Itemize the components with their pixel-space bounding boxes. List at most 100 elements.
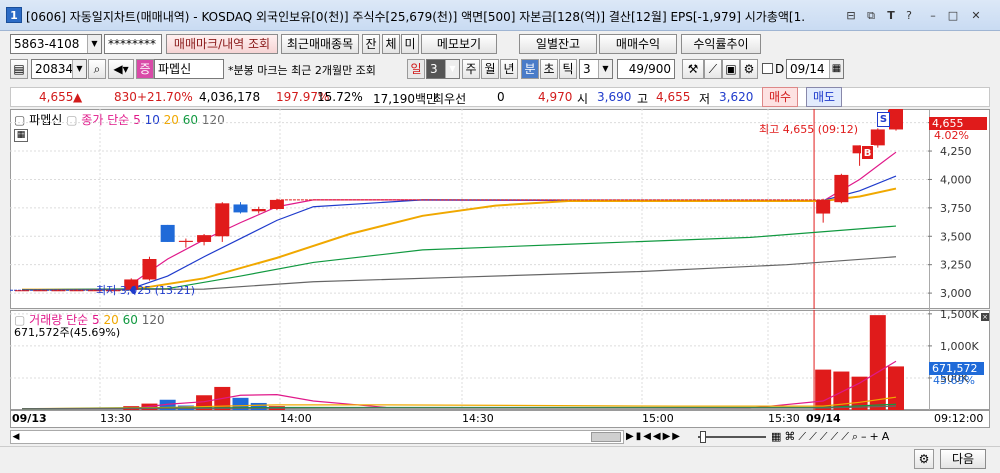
daily-balance-button[interactable]: 일별잔고 <box>519 34 597 54</box>
x-tick-0: 13:30 <box>100 412 132 425</box>
next-button[interactable]: 다음 <box>940 449 986 469</box>
high-price: 4,655 <box>656 90 691 104</box>
recent-trades-button[interactable]: 최근매매종목 <box>281 34 359 54</box>
candle-body <box>197 235 212 242</box>
candle-body <box>142 259 157 280</box>
candle-body <box>160 224 175 242</box>
count-field[interactable]: 49/900 <box>617 59 675 79</box>
save-icon[interactable]: ▣ <box>722 59 740 79</box>
x-time-right: 09:12:00 <box>934 412 984 425</box>
turnover: 15.72% <box>317 90 363 104</box>
ma-line-10 <box>131 175 897 290</box>
buy-mark[interactable]: B <box>861 145 874 160</box>
gear-icon[interactable]: ⚙ <box>740 59 758 79</box>
draw-line-icon[interactable]: ⟋ <box>704 59 722 79</box>
chart-scrollbar[interactable]: ◀ <box>10 430 624 444</box>
date-checkbox[interactable] <box>762 63 773 74</box>
low-label: 저 <box>699 92 711 106</box>
speaker-icon[interactable]: ◀▾ <box>108 59 134 79</box>
candle-body <box>215 203 230 237</box>
current-price-pct: 4.02% <box>934 129 969 142</box>
trade-profit-button[interactable]: 매매수익 <box>599 34 677 54</box>
volume-bar <box>250 402 267 410</box>
x-axis <box>10 410 990 428</box>
playback-controls[interactable]: ▶▮◀◀▶▶ <box>626 430 696 444</box>
balance-button[interactable]: 잔 <box>362 34 380 54</box>
price-chart[interactable]: 3,0003,2503,5003,7504,0004,2504,502 <box>10 109 990 309</box>
current-volume-pct: 45.69% <box>933 374 975 387</box>
candle-body <box>233 204 248 213</box>
price-tick-label: 3,500 <box>940 230 972 243</box>
period-week[interactable]: 주 <box>462 59 480 79</box>
search-icon[interactable]: ⌕ <box>88 59 106 79</box>
candle-body <box>251 209 266 212</box>
sell-mark[interactable]: S <box>877 112 890 127</box>
ma-line-5 <box>130 151 897 285</box>
period-minute[interactable]: 분 <box>521 59 539 79</box>
price-tick-label: 3,750 <box>940 202 972 215</box>
period-tick[interactable]: 틱 <box>559 59 577 79</box>
day-interval-select[interactable]: 3 ▼ <box>426 59 460 79</box>
candle-body <box>51 290 66 292</box>
maximize-icon[interactable]: □ <box>945 8 961 23</box>
password-field[interactable]: ******** <box>104 34 162 54</box>
buy-button[interactable]: 매수 <box>762 87 798 107</box>
period-year[interactable]: 년 <box>500 59 518 79</box>
executed-button[interactable]: 체 <box>382 34 400 54</box>
volume-tick-label: 1,500K <box>940 310 979 321</box>
calendar-icon[interactable]: ▦ <box>829 60 843 78</box>
candle-body <box>834 174 849 203</box>
minimize-all-icon[interactable]: ⊟ <box>843 8 859 23</box>
day-interval-value: 3 <box>430 62 438 76</box>
date-field[interactable]: 09/14 ▦ <box>786 59 844 79</box>
chevron-down-icon[interactable]: ▼ <box>445 60 459 78</box>
period-second[interactable]: 초 <box>540 59 558 79</box>
candle-body <box>69 290 84 292</box>
x-date-right: 09/14 <box>806 412 841 425</box>
price-change-pct: +21.70% <box>137 90 193 104</box>
candle-tool-icon[interactable]: ⚒ <box>682 59 704 79</box>
volume-chart[interactable]: 500K1,000K1,500K <box>10 310 990 410</box>
candle-body <box>870 129 885 146</box>
chevron-down-icon[interactable]: ▼ <box>598 60 612 78</box>
return-trend-button[interactable]: 수익률추이 <box>681 34 761 54</box>
minute-interval-select[interactable]: 3 ▼ <box>579 59 613 79</box>
candle-body <box>269 199 284 209</box>
volume: 4,036,178 <box>199 90 261 104</box>
open-label: 시 <box>577 92 589 106</box>
price-tick-label: 3,250 <box>940 259 972 272</box>
period-month[interactable]: 월 <box>481 59 499 79</box>
restore-icon[interactable]: ⧉ <box>863 8 879 23</box>
best-qty: 0 <box>497 90 505 104</box>
chevron-left-icon[interactable]: ◀ <box>11 431 21 443</box>
volume-bar <box>869 315 886 410</box>
unexecuted-button[interactable]: 미 <box>401 34 419 54</box>
layout-icon[interactable]: ▤ <box>10 59 28 79</box>
period-day[interactable]: 일 <box>407 59 425 79</box>
trade-mark-query-button[interactable]: 매매마크/내역 조회 <box>166 34 278 54</box>
help-icon[interactable]: ? <box>901 8 917 23</box>
chevron-down-icon[interactable]: ▼ <box>72 60 86 78</box>
volume-bar <box>888 366 904 410</box>
quote-bar: 4,655 ▲ 830 +21.70% 4,036,178 197.97% 15… <box>10 87 990 107</box>
market-badge[interactable]: 증 <box>136 59 154 79</box>
text-icon[interactable]: T <box>883 8 899 23</box>
chevron-down-icon[interactable]: ▼ <box>87 35 101 53</box>
memo-view-button[interactable]: 메모보기 <box>421 34 497 54</box>
zoom-slider-handle[interactable] <box>700 431 706 443</box>
account-select[interactable]: 5863-4108 ▼ <box>10 34 102 54</box>
candle-body <box>33 290 48 292</box>
sell-button[interactable]: 매도 <box>806 87 842 107</box>
window-title: [0606] 자동일지차트(매매내역) - KOSDAQ 외국인보유[0(천)]… <box>26 10 806 24</box>
footer-bar <box>0 446 1000 473</box>
minimize-icon[interactable]: – <box>925 8 941 23</box>
close-icon[interactable]: ✕ <box>968 8 984 23</box>
chart-tools[interactable]: ▦⌘⟋⟋⟋⟋⟋⌕–+A <box>771 430 991 444</box>
zoom-slider[interactable] <box>698 436 766 438</box>
gear-icon[interactable]: ⚙ <box>914 449 934 469</box>
stock-code-select[interactable]: 208340 ▼ <box>31 59 87 79</box>
scrollbar-thumb[interactable] <box>591 432 621 442</box>
low-price: 3,620 <box>719 90 754 104</box>
price-tick-label: 4,000 <box>940 173 972 186</box>
date-value: 09/14 <box>790 62 825 76</box>
